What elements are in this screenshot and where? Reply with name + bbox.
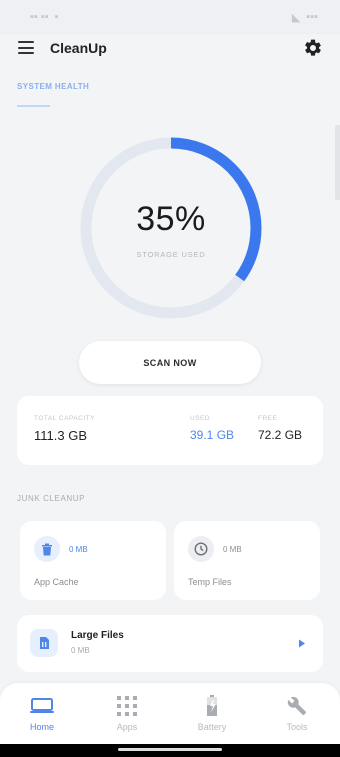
junk-cleanup-title: JUNK CLEANUP — [17, 494, 86, 503]
used-stat: USED 39.1 GB — [190, 415, 234, 442]
storage-summary-card: TOTAL CAPACITY 111.3 GB USED 39.1 GB FRE… — [17, 396, 323, 465]
app-cache-tile[interactable]: 0 MB App Cache — [20, 521, 166, 600]
system-gesture-bar — [0, 744, 340, 757]
app-cache-label: App Cache — [34, 577, 79, 587]
temp-files-label: Temp Files — [188, 577, 232, 587]
signal-icon: ◣ — [291, 11, 301, 24]
storage-used-percent: 35% — [136, 200, 206, 238]
app-cache-size: 0 MB — [69, 545, 88, 554]
total-capacity-stat: TOTAL CAPACITY 111.3 GB — [34, 415, 95, 443]
play-arrow-icon[interactable] — [298, 639, 306, 648]
free-stat: FREE 72.2 GB — [258, 415, 302, 442]
temp-files-tile[interactable]: 0 MB Temp Files — [174, 521, 320, 600]
nav-tools-label: Tools — [286, 722, 308, 732]
trash-icon — [34, 536, 60, 562]
app-bar: CleanUp — [0, 30, 340, 66]
nav-apps-label: Apps — [116, 722, 138, 732]
nav-apps[interactable]: Apps — [97, 693, 157, 739]
app-title: CleanUp — [50, 40, 107, 56]
scan-now-button[interactable]: SCAN NOW — [79, 341, 261, 384]
large-files-label: Large Files — [71, 630, 124, 641]
battery-status-icon: ▪▪▪ — [306, 11, 318, 23]
used-value: 39.1 GB — [190, 428, 235, 442]
large-files-size: 0 MB — [71, 646, 90, 655]
total-capacity-label: TOTAL CAPACITY — [34, 415, 95, 422]
storage-used-caption: STORAGE USED — [136, 250, 206, 259]
nav-battery[interactable]: Battery — [182, 693, 242, 739]
free-value: 72.2 GB — [258, 428, 303, 442]
status-bar: ▪▪ ▪▪ ▪ ◣ ▪▪▪ — [0, 0, 340, 34]
free-label: FREE — [258, 415, 278, 422]
gear-icon[interactable] — [303, 38, 323, 58]
nav-battery-label: Battery — [197, 722, 227, 732]
monitor-icon — [29, 693, 55, 719]
used-label: USED — [190, 415, 211, 422]
home-gesture-handle[interactable] — [118, 748, 222, 751]
temp-files-size: 0 MB — [223, 545, 242, 554]
tab-indicator — [17, 105, 50, 107]
notification-icon: ▪ — [54, 11, 59, 23]
scrollbar[interactable] — [335, 125, 340, 200]
status-time-icon: ▪▪ ▪▪ — [30, 11, 49, 23]
nav-home-label: Home — [29, 722, 54, 732]
total-capacity-value: 111.3 GB — [34, 428, 87, 443]
nav-tools[interactable]: Tools — [267, 693, 327, 739]
large-files-row[interactable]: Large Files 0 MB — [17, 615, 323, 672]
clock-icon — [188, 536, 214, 562]
wrench-icon — [284, 693, 310, 719]
menu-icon[interactable] — [18, 41, 34, 54]
nav-home[interactable]: Home — [12, 693, 72, 739]
tab-system-health[interactable]: SYSTEM HEALTH — [17, 82, 89, 91]
file-icon — [30, 629, 58, 657]
grid-icon — [114, 693, 140, 719]
battery-icon — [199, 693, 225, 719]
